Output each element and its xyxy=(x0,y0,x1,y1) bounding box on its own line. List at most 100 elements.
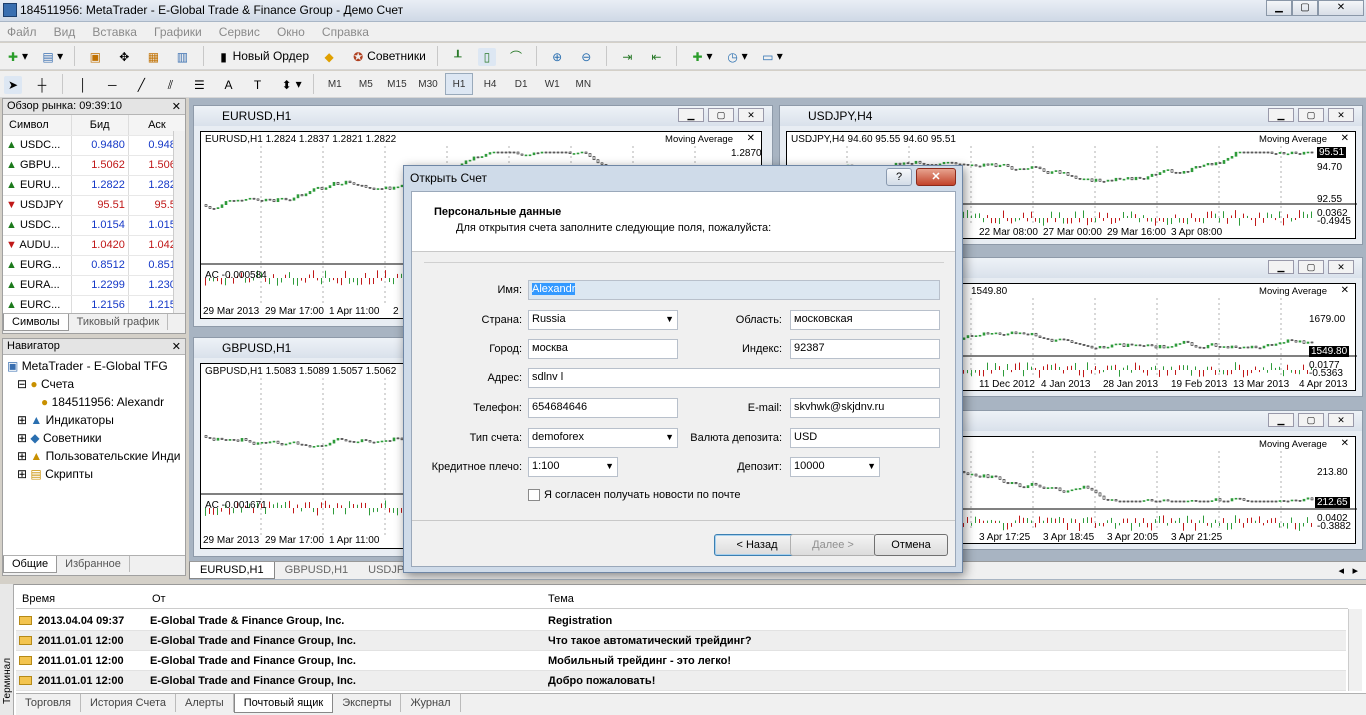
col-symbol[interactable]: Символ xyxy=(3,115,71,136)
tf-m1[interactable]: M1 xyxy=(321,74,349,96)
indicators-icon[interactable]: ✚ ▾ xyxy=(686,45,716,67)
minimize-icon[interactable]: ▁ xyxy=(1268,260,1294,274)
table-row[interactable]: ▲ GBPU... 1.5062 1.5065 xyxy=(3,155,185,176)
menu-window[interactable]: Окно xyxy=(270,22,312,42)
table-row[interactable]: ▲ EURA... 1.2299 1.2309 xyxy=(3,275,185,296)
tree-root[interactable]: ▣ MetaTrader - E-Global TFG xyxy=(7,357,181,375)
zoom-in-icon[interactable]: ⊕ xyxy=(545,45,569,67)
scrollbar[interactable] xyxy=(173,131,185,313)
tab-symbols[interactable]: Символы xyxy=(3,314,69,331)
close-icon[interactable]: ✕ xyxy=(1328,413,1354,427)
help-button[interactable]: ? xyxy=(886,168,912,186)
table-row[interactable]: ▲ USDC... 0.9480 0.9483 xyxy=(3,135,185,156)
tree-advisors[interactable]: ⊞ ◆ Советники xyxy=(7,429,181,447)
news-checkbox[interactable] xyxy=(528,489,540,501)
table-row[interactable]: ▲ EURC... 1.2156 1.2159 xyxy=(3,295,185,316)
dialog-close-button[interactable]: ✕ xyxy=(916,168,956,186)
auto-scroll-icon[interactable]: ⇥ xyxy=(615,45,639,67)
account-type-select[interactable]: demoforex ▼ xyxy=(528,428,678,448)
tab-chart-eurusd[interactable]: EURUSD,H1 xyxy=(189,562,275,579)
phone-field[interactable]: 654684646 xyxy=(528,398,678,418)
tab-mailbox[interactable]: Почтовый ящик xyxy=(233,694,334,713)
maximize-icon[interactable]: ▢ xyxy=(1298,108,1324,122)
city-field[interactable]: москва xyxy=(528,339,678,359)
scrollbar[interactable] xyxy=(1348,609,1362,691)
maximize-icon[interactable]: ▢ xyxy=(1298,413,1324,427)
email-field[interactable]: skvhwk@skjdnv.ru xyxy=(790,398,940,418)
menu-charts[interactable]: Графики xyxy=(147,22,209,42)
close-icon[interactable]: ✕ xyxy=(172,340,181,353)
templates-icon[interactable]: ▭ ▾ xyxy=(756,45,786,67)
list-item[interactable]: 2011.01.01 12:00 E-Global Trade and Finan… xyxy=(16,651,1346,671)
close-icon[interactable]: ✕ xyxy=(172,100,181,113)
cancel-button[interactable]: Отмена xyxy=(874,534,948,556)
tab-alerts[interactable]: Алерты xyxy=(176,694,234,712)
zip-field[interactable]: 92387 xyxy=(790,339,940,359)
close-icon[interactable]: ✕ xyxy=(1318,0,1364,16)
tf-d1[interactable]: D1 xyxy=(507,74,535,96)
close-icon[interactable]: ✕ xyxy=(1341,438,1349,449)
tree-account-item[interactable]: ● 184511956: Alexandr xyxy=(7,393,181,411)
scroll-right-icon[interactable]: ▸ xyxy=(1352,564,1358,577)
menu-insert[interactable]: Вставка xyxy=(85,22,144,42)
terminal-side-tab[interactable]: Терминал xyxy=(0,584,14,715)
zoom-out-icon[interactable]: ⊖ xyxy=(574,45,598,67)
tree-accounts[interactable]: ⊟ ● Счета xyxy=(7,375,181,393)
tf-h1[interactable]: H1 xyxy=(445,73,474,95)
text-label-icon[interactable]: T xyxy=(246,73,270,95)
vertical-line-icon[interactable]: │ xyxy=(71,73,95,95)
menu-tools[interactable]: Сервис xyxy=(212,22,267,42)
horizontal-line-icon[interactable]: ─ xyxy=(100,73,124,95)
metaeditor-icon[interactable]: ◆ xyxy=(317,45,341,67)
minimize-icon[interactable]: ▁ xyxy=(1266,0,1292,16)
country-select[interactable]: Russia ▼ xyxy=(528,310,678,330)
close-icon[interactable]: ✕ xyxy=(738,108,764,122)
tf-mn[interactable]: MN xyxy=(569,74,597,96)
channel-icon[interactable]: ⫽ xyxy=(158,73,182,95)
close-icon[interactable]: ✕ xyxy=(1341,285,1349,296)
crosshair-icon[interactable]: ┼ xyxy=(30,73,54,95)
leverage-select[interactable]: 1:100 ▼ xyxy=(528,457,618,477)
tab-trade[interactable]: Торговля xyxy=(16,694,81,712)
maximize-icon[interactable]: ▢ xyxy=(1298,260,1324,274)
deposit-select[interactable]: 10000 ▼ xyxy=(790,457,880,477)
maximize-icon[interactable]: ▢ xyxy=(708,108,734,122)
back-button[interactable]: < Назад xyxy=(714,534,800,556)
col-bid[interactable]: Бид xyxy=(70,115,129,136)
tab-journal[interactable]: Журнал xyxy=(401,694,461,712)
col-from[interactable]: От xyxy=(152,593,166,605)
tf-m5[interactable]: M5 xyxy=(352,74,380,96)
tab-experts[interactable]: Эксперты xyxy=(333,694,402,712)
market-watch-icon[interactable]: ▣ xyxy=(83,45,107,67)
cursor-icon[interactable]: ➤ xyxy=(1,73,25,95)
minimize-icon[interactable]: ▁ xyxy=(678,108,704,122)
scroll-left-icon[interactable]: ◂ xyxy=(1338,564,1344,577)
text-icon[interactable]: A xyxy=(217,73,241,95)
trendline-icon[interactable]: ╱ xyxy=(129,73,153,95)
profiles-button[interactable]: ▤ ▾ xyxy=(36,45,66,67)
tf-m15[interactable]: M15 xyxy=(383,74,411,96)
fibo-icon[interactable]: ☰ xyxy=(187,73,211,95)
bar-chart-icon[interactable]: ┸ xyxy=(446,45,470,67)
terminal-icon[interactable]: ▥ xyxy=(170,45,194,67)
currency-field[interactable]: USD xyxy=(790,428,940,448)
tab-chart-gbpusd[interactable]: GBPUSD,H1 xyxy=(275,562,359,578)
candlestick-icon[interactable]: ▯ xyxy=(475,45,499,67)
table-row[interactable]: ▲ EURG... 0.8512 0.8515 xyxy=(3,255,185,276)
tab-history[interactable]: История Счета xyxy=(81,694,177,712)
col-time[interactable]: Время xyxy=(22,593,55,605)
address-field[interactable]: sdlnv l xyxy=(528,368,940,388)
region-field[interactable]: московская xyxy=(790,310,940,330)
table-row[interactable]: ▼ USDJPY 95.51 95.53 xyxy=(3,195,185,216)
tree-custom-indicators[interactable]: ⊞ ▲ Пользовательские Инди xyxy=(7,447,181,465)
navigator-icon[interactable]: ▦ xyxy=(141,45,165,67)
close-icon[interactable]: ✕ xyxy=(1328,108,1354,122)
close-icon[interactable]: ✕ xyxy=(747,133,755,144)
maximize-icon[interactable]: ▢ xyxy=(1292,0,1318,16)
line-chart-icon[interactable]: ⌒ xyxy=(504,45,528,67)
tab-tick-chart[interactable]: Тиковый график xyxy=(69,314,169,330)
table-row[interactable]: ▼ AUDU... 1.0420 1.0423 xyxy=(3,235,185,256)
next-button[interactable]: Далее > xyxy=(790,534,876,556)
menu-help[interactable]: Справка xyxy=(315,22,376,42)
periods-icon[interactable]: ◷ ▾ xyxy=(721,45,751,67)
